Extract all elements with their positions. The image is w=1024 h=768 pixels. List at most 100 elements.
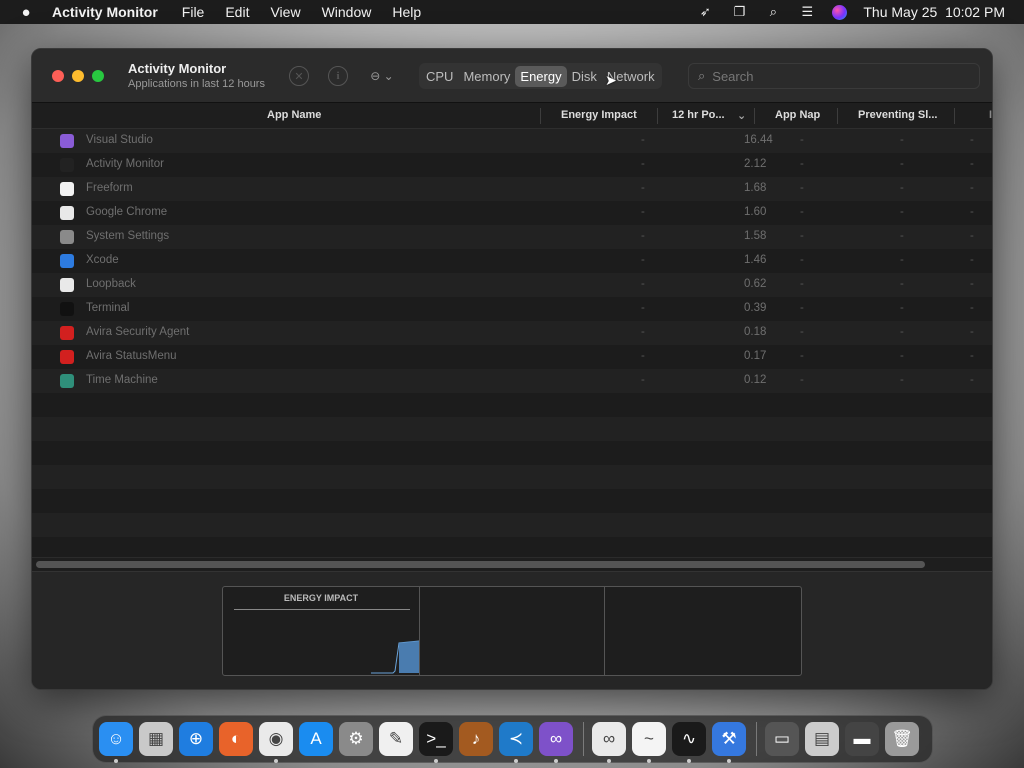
siri-icon[interactable]: [832, 4, 848, 20]
energy-impact-cell: -: [641, 302, 645, 314]
twelve-hr-power-cell: 0.12: [744, 374, 767, 386]
window-thumbnail-icon[interactable]: ▭: [765, 722, 799, 756]
column-12hr-power[interactable]: 12 hr Po...: [672, 109, 725, 121]
safari-icon[interactable]: ⊕: [179, 722, 213, 756]
stop-process-icon[interactable]: ✕: [289, 66, 309, 86]
toolbar: Activity Monitor Applications in last 12…: [32, 49, 992, 103]
search-field[interactable]: ⌕ Search: [688, 63, 980, 89]
apple-menu-icon[interactable]: ●: [0, 4, 52, 21]
table-row[interactable]: System Settings - 1.58 - - -: [32, 225, 992, 249]
screen-mirroring-icon[interactable]: ❐: [730, 4, 748, 19]
energy-impact-cell: -: [641, 134, 645, 146]
tab-disk[interactable]: Disk: [567, 66, 602, 87]
clock[interactable]: Thu May 25 10:02 PM: [863, 4, 1005, 20]
preventing-sleep-cell: -: [900, 326, 904, 338]
energy-impact-cell: -: [641, 374, 645, 386]
dock-glyph: ∞: [549, 729, 563, 748]
tab-energy[interactable]: Energy: [515, 65, 567, 87]
extra-cell: -: [970, 302, 974, 314]
menu-view[interactable]: View: [270, 4, 300, 20]
column-more[interactable]: I: [989, 109, 992, 121]
sort-chevron-down-icon[interactable]: ⌄: [737, 109, 746, 122]
dock-glyph: ▭: [773, 729, 791, 748]
running-indicator: [554, 759, 558, 763]
garageband-icon[interactable]: ♪: [459, 722, 493, 756]
app-name-cell: Loopback: [86, 278, 136, 290]
table-row[interactable]: Activity Monitor - 2.12 - - -: [32, 153, 992, 177]
firefox-icon[interactable]: ◐: [219, 722, 253, 756]
app-name-cell: Xcode: [86, 254, 119, 266]
menu-edit[interactable]: Edit: [225, 4, 249, 20]
textedit-icon[interactable]: ✎: [379, 722, 413, 756]
dock-glyph: ◐: [230, 729, 242, 748]
scrollbar-thumb[interactable]: [36, 561, 925, 568]
visual-studio-icon[interactable]: ∞: [539, 722, 573, 763]
extra-cell: -: [970, 278, 974, 290]
horizontal-scrollbar[interactable]: [32, 557, 992, 569]
energy-impact-graph: [371, 640, 419, 674]
table-row[interactable]: Avira StatusMenu - 0.17 - - -: [32, 345, 992, 369]
extra-cell: -: [970, 134, 974, 146]
extra-cell: -: [970, 350, 974, 362]
app-menu[interactable]: Activity Monitor: [52, 4, 158, 20]
preventing-sleep-cell: -: [900, 158, 904, 170]
table-row[interactable]: Loopback - 0.62 - - -: [32, 273, 992, 297]
twelve-hr-power-cell: 16.44: [744, 134, 773, 146]
column-energy-impact[interactable]: Energy Impact: [561, 109, 637, 121]
app-nap-cell: -: [800, 350, 804, 362]
avira-icon: [60, 350, 74, 364]
table-row[interactable]: Xcode - 1.46 - - -: [32, 249, 992, 273]
system-settings-icon[interactable]: ⚙: [339, 722, 373, 756]
empty-row: [32, 465, 992, 489]
trash-icon[interactable]: 🗑: [885, 722, 919, 756]
table-row[interactable]: Freeform - 1.68 - - -: [32, 177, 992, 201]
avira-icon: [60, 326, 74, 340]
twelve-hr-power-cell: 1.46: [744, 254, 767, 266]
zoom-window-button[interactable]: [92, 69, 104, 82]
terminal-icon[interactable]: >_: [419, 722, 453, 763]
dock-separator: [756, 722, 757, 756]
finder-icon[interactable]: ☺: [99, 722, 133, 763]
table-row[interactable]: Avira Security Agent - 0.18 - - -: [32, 321, 992, 345]
app-store-icon[interactable]: A: [299, 722, 333, 756]
control-center-icon[interactable]: ☰: [798, 4, 816, 19]
loopback-icon[interactable]: ∞: [592, 722, 626, 763]
extra-cell: -: [970, 254, 974, 266]
chrome-icon[interactable]: ◉: [259, 722, 293, 763]
xcode-icon[interactable]: ⚒: [712, 722, 746, 763]
preventing-sleep-cell: -: [900, 278, 904, 290]
preventing-sleep-cell: -: [900, 350, 904, 362]
table-row[interactable]: Time Machine - 0.12 - - -: [32, 369, 992, 393]
launchpad-icon[interactable]: ▦: [139, 722, 173, 756]
menu-window[interactable]: Window: [322, 4, 372, 20]
preventing-sleep-cell: -: [900, 134, 904, 146]
table-row[interactable]: Visual Studio - 16.44 - - -: [32, 129, 992, 153]
info-icon[interactable]: i: [328, 66, 348, 86]
column-app-nap[interactable]: App Nap: [775, 109, 820, 121]
table-row[interactable]: Terminal - 0.39 - - -: [32, 297, 992, 321]
freeform-icon[interactable]: ~: [632, 722, 666, 763]
spotlight-search-icon[interactable]: ⌕: [764, 4, 782, 19]
downloads-icon[interactable]: ▤: [805, 722, 839, 756]
menu-help[interactable]: Help: [392, 4, 421, 20]
tab-memory[interactable]: Memory: [458, 66, 515, 87]
table-row[interactable]: Google Chrome - 1.60 - - -: [32, 201, 992, 225]
activity-monitor-icon[interactable]: ∿: [672, 722, 706, 763]
document-icon[interactable]: ▬: [845, 722, 879, 756]
column-app-name[interactable]: App Name: [267, 109, 321, 121]
vscode-icon[interactable]: ≺: [499, 722, 533, 763]
dock-glyph: ∿: [681, 729, 697, 748]
pointer-extension-icon[interactable]: ➶: [696, 4, 714, 19]
energy-impact-cell: -: [641, 326, 645, 338]
view-tabs: CPU Memory Energy Disk Network: [419, 63, 662, 89]
tab-cpu[interactable]: CPU: [421, 66, 458, 87]
menu-file[interactable]: File: [182, 4, 205, 20]
close-window-button[interactable]: [52, 69, 64, 82]
column-preventing-sleep[interactable]: Preventing Sl...: [858, 109, 937, 121]
minimize-window-button[interactable]: [72, 69, 84, 82]
twelve-hr-power-cell: 2.12: [744, 158, 767, 170]
preventing-sleep-cell: -: [900, 254, 904, 266]
action-menu-icon[interactable]: ⊖ ⌄: [367, 66, 397, 86]
running-indicator: [514, 759, 518, 763]
window-title: Activity Monitor: [128, 61, 227, 76]
